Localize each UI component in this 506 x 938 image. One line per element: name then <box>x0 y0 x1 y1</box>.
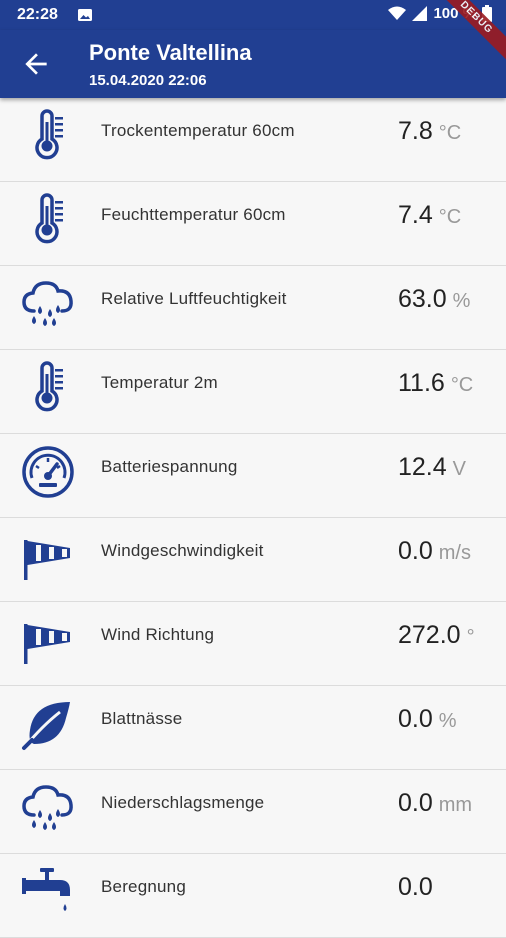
back-arrow-icon[interactable] <box>20 48 52 80</box>
sensor-list: Trockentemperatur 60cm 7.8 °C Feuchttemper… <box>0 98 506 938</box>
sensor-row[interactable]: Batteriespannung 12.4 V <box>0 434 506 518</box>
sensor-value: 7.4 <box>398 201 433 229</box>
sensor-row[interactable]: Trockentemperatur 60cm 7.8 °C <box>0 98 506 182</box>
leaf-icon <box>20 696 76 752</box>
gauge-icon <box>20 444 76 500</box>
sensor-reading: 11.6 °C <box>398 350 473 420</box>
cloud-rain-icon <box>20 780 76 836</box>
page-title: Ponte Valtellina <box>89 40 252 65</box>
sensor-unit: °C <box>450 374 474 396</box>
page-subtitle: 15.04.2020 22:06 <box>89 72 207 89</box>
sensor-unit: °C <box>438 122 462 144</box>
sensor-label: Wind Richtung <box>101 625 215 644</box>
status-bar: 22:28 100 % <box>0 0 506 30</box>
sensor-reading: 0.0 <box>398 854 439 924</box>
status-time: 22:28 <box>17 6 58 23</box>
sensor-reading: 0.0 m/s <box>398 518 471 588</box>
sensor-label: Feuchttemperatur 60cm <box>101 205 286 224</box>
sensor-row[interactable]: Beregnung 0.0 <box>0 854 506 938</box>
sensor-reading: 0.0% <box>398 686 457 756</box>
windsock-icon <box>20 612 76 668</box>
sensor-reading: 7.4 °C <box>398 182 461 252</box>
sensor-value: 7.8 <box>398 117 433 145</box>
sensor-value: 12.4 <box>398 453 447 481</box>
sensor-unit: V <box>452 458 467 480</box>
sensor-reading: 0.0 mm <box>398 770 472 840</box>
photo-notification-icon <box>78 9 92 21</box>
sensor-row[interactable]: Feuchttemperatur 60cm 7.4 °C <box>0 182 506 266</box>
sensor-value: 272.0 <box>398 621 461 649</box>
sensor-unit: % <box>438 710 457 732</box>
sensor-label: Trockentemperatur 60cm <box>101 121 295 140</box>
sensor-label: Windgeschwindigkeit <box>101 541 264 560</box>
sensor-label: Temperatur 2m <box>101 373 218 392</box>
sensor-row[interactable]: Blattnässe 0.0% <box>0 686 506 770</box>
sensor-row[interactable]: Windgeschwindigkeit 0.0 m/s <box>0 518 506 602</box>
sensor-unit: mm <box>438 794 473 816</box>
sensor-value: 63.0 <box>398 285 447 313</box>
sensor-reading: 63.0% <box>398 266 470 336</box>
sensor-label: Niederschlagsmenge <box>101 793 265 812</box>
sensor-label: Beregnung <box>101 877 186 896</box>
sensor-unit: °C <box>438 206 462 228</box>
sensor-unit: ° <box>466 626 475 648</box>
sensor-row[interactable]: Wind Richtung 272.0 ° <box>0 602 506 686</box>
sensor-row[interactable]: Niederschlagsmenge 0.0 mm <box>0 770 506 854</box>
thermometer-icon <box>20 108 76 164</box>
signal-icon <box>412 6 428 21</box>
sensor-reading: 272.0 ° <box>398 602 475 672</box>
sensor-label: Blattnässe <box>101 709 183 728</box>
sensor-unit: m/s <box>438 542 471 564</box>
sensor-value: 0.0 <box>398 873 433 901</box>
sensor-row[interactable]: Temperatur 2m 11.6 °C <box>0 350 506 434</box>
sensor-unit: % <box>452 290 471 312</box>
cloud-rain-icon <box>20 276 76 332</box>
windsock-icon <box>20 528 76 584</box>
faucet-icon <box>20 864 76 920</box>
sensor-value: 0.0 <box>398 537 433 565</box>
sensor-row[interactable]: Relative Luftfeuchtigkeit 63.0% <box>0 266 506 350</box>
sensor-reading: 7.8 °C <box>398 98 461 168</box>
thermometer-icon <box>20 192 76 248</box>
sensor-label: Batteriespannung <box>101 457 238 476</box>
thermometer-icon <box>20 360 76 416</box>
sensor-reading: 12.4 V <box>398 434 466 504</box>
sensor-value: 0.0 <box>398 705 433 733</box>
sensor-value: 0.0 <box>398 789 433 817</box>
wifi-icon <box>388 6 407 20</box>
app-bar: Ponte Valtellina 15.04.2020 22:06 <box>0 30 506 98</box>
sensor-label: Relative Luftfeuchtigkeit <box>101 289 287 308</box>
sensor-value: 11.6 <box>398 369 445 397</box>
